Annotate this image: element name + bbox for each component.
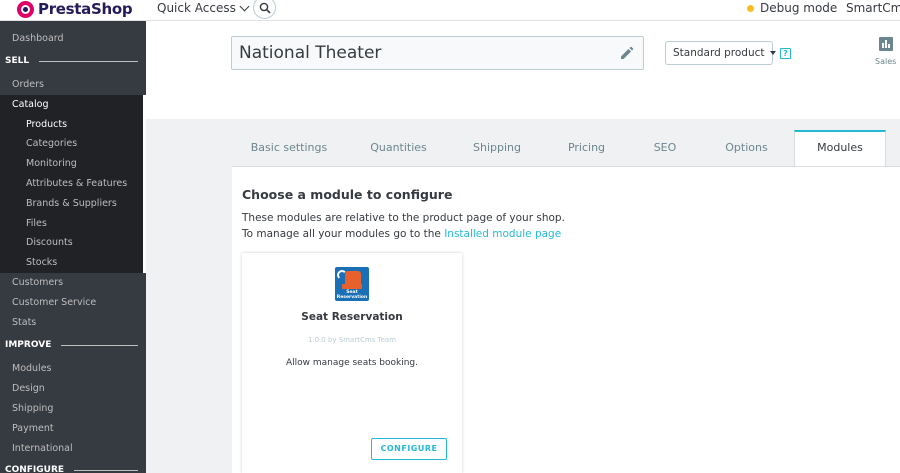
configure-button[interactable]: CONFIGURE [371,438,447,460]
tab-modules[interactable]: Modules [794,130,886,167]
quick-access-dropdown[interactable]: Quick Access [157,1,250,15]
product-name-field[interactable]: National Theater [231,36,644,70]
modules-description-line1: These modules are relative to the produc… [242,212,565,224]
sidebar-subitem-monitoring[interactable]: Monitoring [26,158,77,169]
tab-shipping[interactable]: Shipping [451,130,543,167]
sidebar-item-customer-service[interactable]: Customer Service [12,297,96,308]
module-name: Seat Reservation [301,311,403,323]
pencil-icon[interactable] [619,45,635,61]
top-header: PrestaShop Quick Access Debug mode Smart… [0,0,900,21]
logo-text: PrestaShop [38,0,133,18]
search-button[interactable] [253,0,276,19]
module-version-author: 1.0.0 by SmartCms Team [307,336,397,344]
sidebar-subitem-attributes-features[interactable]: Attributes & Features [26,178,127,189]
sidebar-section-configure: CONFIGURE [5,465,138,473]
sidebar-section-improve-label: IMPROVE [5,340,52,350]
sidebar-subitem-files[interactable]: Files [26,218,47,229]
modules-description-prefix: To manage all your modules go to the [242,228,445,240]
search-icon [259,2,271,14]
sidebar-item-modules[interactable]: Modules [12,363,52,374]
sidebar-item-design[interactable]: Design [12,383,45,394]
caret-down-icon [769,51,776,55]
sidebar-item-catalog[interactable]: Catalog [12,99,48,110]
sidebar-section-configure-label: CONFIGURE [5,465,65,473]
sidebar-nav: Dashboard SELL Orders Catalog Products C… [0,21,146,473]
sidebar-section-improve: IMPROVE [5,340,138,350]
debug-mode-indicator[interactable]: Debug mode [747,1,837,15]
product-type-select[interactable]: Standard product [665,41,776,65]
icon-caption-line2: Reservation [336,295,368,300]
sidebar-item-customers[interactable]: Customers [12,277,63,288]
quick-access-label: Quick Access [157,1,236,15]
sidebar-subitem-discounts[interactable]: Discounts [26,237,73,248]
seat-reservation-module-icon: Seat Reservation [335,267,369,301]
prestashop-logo[interactable]: PrestaShop [17,0,133,18]
sidebar-subitem-brands-suppliers[interactable]: Brands & Suppliers [26,198,117,209]
product-type-value: Standard product [673,47,765,59]
sidebar-item-dashboard[interactable]: Dashboard [12,33,64,44]
tab-options[interactable]: Options [700,130,793,167]
sidebar-section-sell-label: SELL [5,56,30,66]
sidebar-item-international[interactable]: International [12,443,73,454]
sidebar-subitem-categories[interactable]: Categories [26,138,77,149]
sidebar-section-sell: SELL [5,56,138,66]
modules-panel-title: Choose a module to configure [242,187,453,202]
sidebar-item-payment[interactable]: Payment [12,423,54,434]
chevron-down-icon [239,1,250,11]
section-divider [74,469,138,471]
sidebar-item-stats[interactable]: Stats [12,317,36,328]
debug-status-dot [747,4,754,12]
seat-base [342,284,362,289]
debug-mode-label: Debug mode [760,1,838,15]
sidebar-item-orders[interactable]: Orders [12,79,44,90]
tab-seo[interactable]: SEO [630,130,700,167]
product-tabs: Basic settings Quantities Shipping Prici… [232,130,900,167]
sidebar-subitem-stocks[interactable]: Stocks [26,257,57,268]
prestashop-logo-icon [17,0,34,18]
module-description: Allow manage seats booking. [285,358,419,368]
installed-module-page-link[interactable]: Installed module page [444,228,561,240]
section-divider [61,344,138,346]
sidebar-subitem-products[interactable]: Products [26,119,67,130]
tab-pricing[interactable]: Pricing [543,130,630,167]
sidebar-item-shipping[interactable]: Shipping [12,403,53,414]
sales-label[interactable]: Sales [875,57,896,66]
help-icon[interactable]: ? [780,48,791,59]
bar-chart-icon[interactable] [879,37,893,51]
tab-basic-settings[interactable]: Basic settings [232,130,346,167]
modules-description-line2: To manage all your modules go to the Ins… [242,228,561,240]
tab-quantities[interactable]: Quantities [346,130,451,167]
icon-caption: Seat Reservation [335,290,369,300]
shop-name-link[interactable]: SmartCms I [846,1,900,15]
section-divider [39,60,138,62]
